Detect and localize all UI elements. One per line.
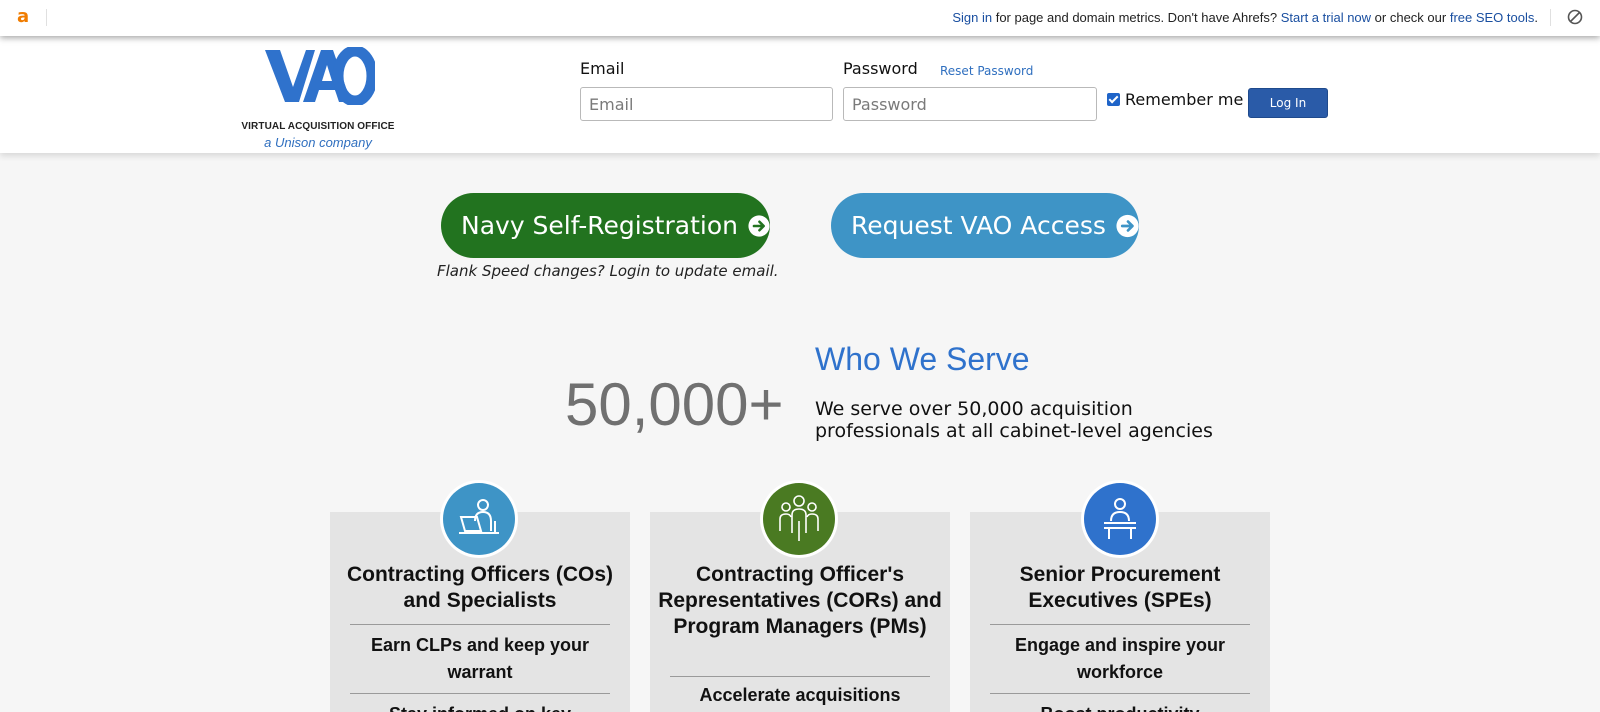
vao-logo-mark xyxy=(265,47,375,105)
block-icon[interactable] xyxy=(1567,9,1583,25)
card-divider xyxy=(350,624,610,625)
card-title: Senior Procurement Executives (SPEs) xyxy=(1019,563,1221,612)
sign-in-link[interactable]: Sign in xyxy=(952,10,992,25)
card-icon-wrapper xyxy=(760,480,838,558)
ahrefs-logo[interactable]: a xyxy=(17,7,29,27)
remember-me-checkbox[interactable] xyxy=(1107,93,1120,106)
email-field[interactable] xyxy=(580,87,833,121)
logo-name: VIRTUAL ACQUISITION OFFICE xyxy=(241,121,395,132)
navy-self-registration-button[interactable]: Navy Self-Registration xyxy=(441,193,770,258)
free-seo-tools-link[interactable]: free SEO tools xyxy=(1450,10,1535,25)
card-benefit: Boost productivity xyxy=(980,701,1260,712)
person-at-laptop-icon xyxy=(459,499,499,534)
card-icon-wrapper xyxy=(1081,480,1159,558)
card-benefit: Stay informed on key xyxy=(340,701,620,712)
card-divider xyxy=(990,624,1250,625)
card-benefit: Earn CLPs and keep your warrant xyxy=(370,635,590,682)
logo-tagline: a Unison company xyxy=(264,135,372,150)
reset-password-link[interactable]: Reset Password xyxy=(940,64,1033,78)
arrow-right-circle-icon xyxy=(748,214,770,237)
ahrefs-message-period: . xyxy=(1534,10,1538,25)
toolbar-divider xyxy=(46,9,47,26)
vao-logo[interactable]: VIRTUAL ACQUISITION OFFICE a Unison comp… xyxy=(238,47,398,150)
remember-me-label: Remember me xyxy=(1125,90,1244,109)
user-count-stat: 50,000+ xyxy=(565,371,784,438)
card-divider xyxy=(350,693,610,694)
password-field[interactable] xyxy=(843,87,1097,121)
card-divider xyxy=(670,676,930,677)
card-icon-wrapper xyxy=(440,480,518,558)
toolbar-divider xyxy=(1550,9,1551,26)
login-button[interactable]: Log In xyxy=(1248,88,1328,118)
person-at-podium-icon xyxy=(1104,498,1136,539)
card-benefit: Accelerate acquisitions xyxy=(699,685,901,705)
who-we-serve-heading: Who We Serve xyxy=(815,341,1030,377)
ahrefs-message-text: for page and domain metrics. Don't have … xyxy=(992,10,1281,25)
card-benefit: Engage and inspire your workforce xyxy=(1014,635,1226,682)
navy-self-registration-label: Navy Self-Registration xyxy=(461,211,738,240)
group-of-people-icon xyxy=(779,495,819,541)
flank-speed-note: Flank Speed changes? Login to update ema… xyxy=(437,262,779,280)
arrow-right-circle-icon xyxy=(1116,214,1139,237)
request-vao-access-label: Request VAO Access xyxy=(851,211,1106,240)
ahrefs-toolbar: a Sign in for page and domain metrics. D… xyxy=(0,0,1600,36)
start-trial-link[interactable]: Start a trial now xyxy=(1281,10,1371,25)
password-label: Password xyxy=(843,59,918,78)
remember-me[interactable]: Remember me xyxy=(1107,90,1243,109)
card-title: Contracting Officers (COs) and Specialis… xyxy=(346,563,614,612)
card-title: Contracting Officer's Representatives (C… xyxy=(658,563,942,638)
ahrefs-message: Sign in for page and domain metrics. Don… xyxy=(952,10,1538,25)
who-we-serve-description: We serve over 50,000 acquisition profess… xyxy=(815,398,1213,442)
ahrefs-message-or: or check our xyxy=(1371,10,1450,25)
card-divider xyxy=(990,693,1250,694)
email-label: Email xyxy=(580,59,625,78)
site-header: VIRTUAL ACQUISITION OFFICE a Unison comp… xyxy=(0,36,1600,153)
request-vao-access-button[interactable]: Request VAO Access xyxy=(831,193,1139,258)
